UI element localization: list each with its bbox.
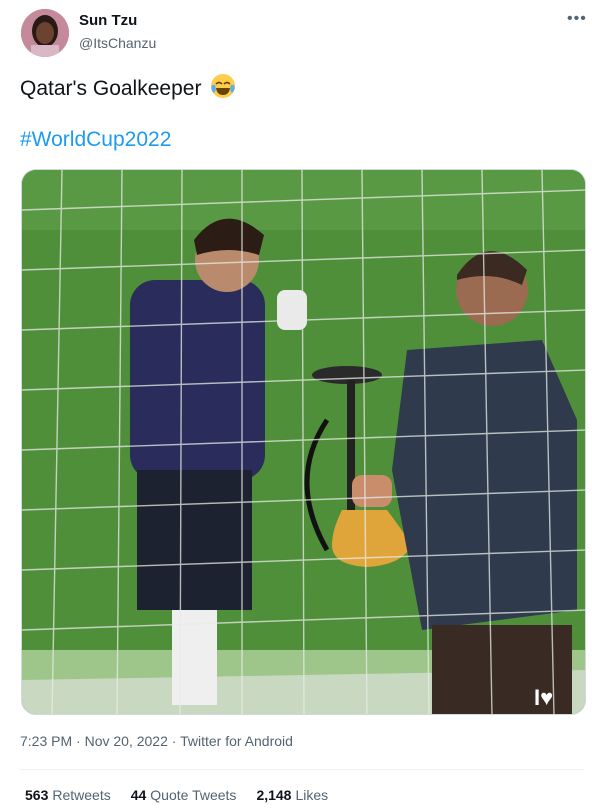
tweet-text-body: Qatar's Goalkeeper — [20, 77, 202, 100]
author-handle[interactable]: @ItsChanzu — [79, 35, 156, 51]
tweet-stats: 563 Retweets 44 Quote Tweets 2,148 Likes — [25, 787, 328, 803]
tweet-media-photo[interactable]: I♥ — [21, 169, 586, 715]
avatar-image — [21, 9, 69, 57]
tweet-text: Qatar's Goalkeeper — [20, 73, 236, 107]
laughing-emoji-icon — [210, 73, 236, 107]
tweet-time[interactable]: 7:23 PM — [20, 733, 72, 749]
tweet-meta: 7:23 PM · Nov 20, 2022 · Twitter for And… — [20, 733, 293, 749]
tweet-source[interactable]: Twitter for Android — [180, 733, 293, 749]
goalkeeper-photo: I♥ — [22, 170, 585, 714]
photo-watermark: I♥ — [534, 685, 553, 710]
avatar[interactable] — [21, 9, 69, 57]
divider — [20, 769, 584, 770]
tweet-date[interactable]: Nov 20, 2022 — [85, 733, 168, 749]
meta-separator: · — [171, 733, 177, 749]
author-name[interactable]: Sun Tzu — [79, 12, 137, 29]
quote-tweets-stat[interactable]: 44 Quote Tweets — [131, 787, 237, 803]
retweets-stat[interactable]: 563 Retweets — [25, 787, 111, 803]
more-options-icon[interactable]: ••• — [567, 10, 587, 28]
meta-separator: · — [76, 733, 81, 749]
likes-stat[interactable]: 2,148 Likes — [256, 787, 328, 803]
hashtag-link[interactable]: #WorldCup2022 — [20, 128, 171, 152]
